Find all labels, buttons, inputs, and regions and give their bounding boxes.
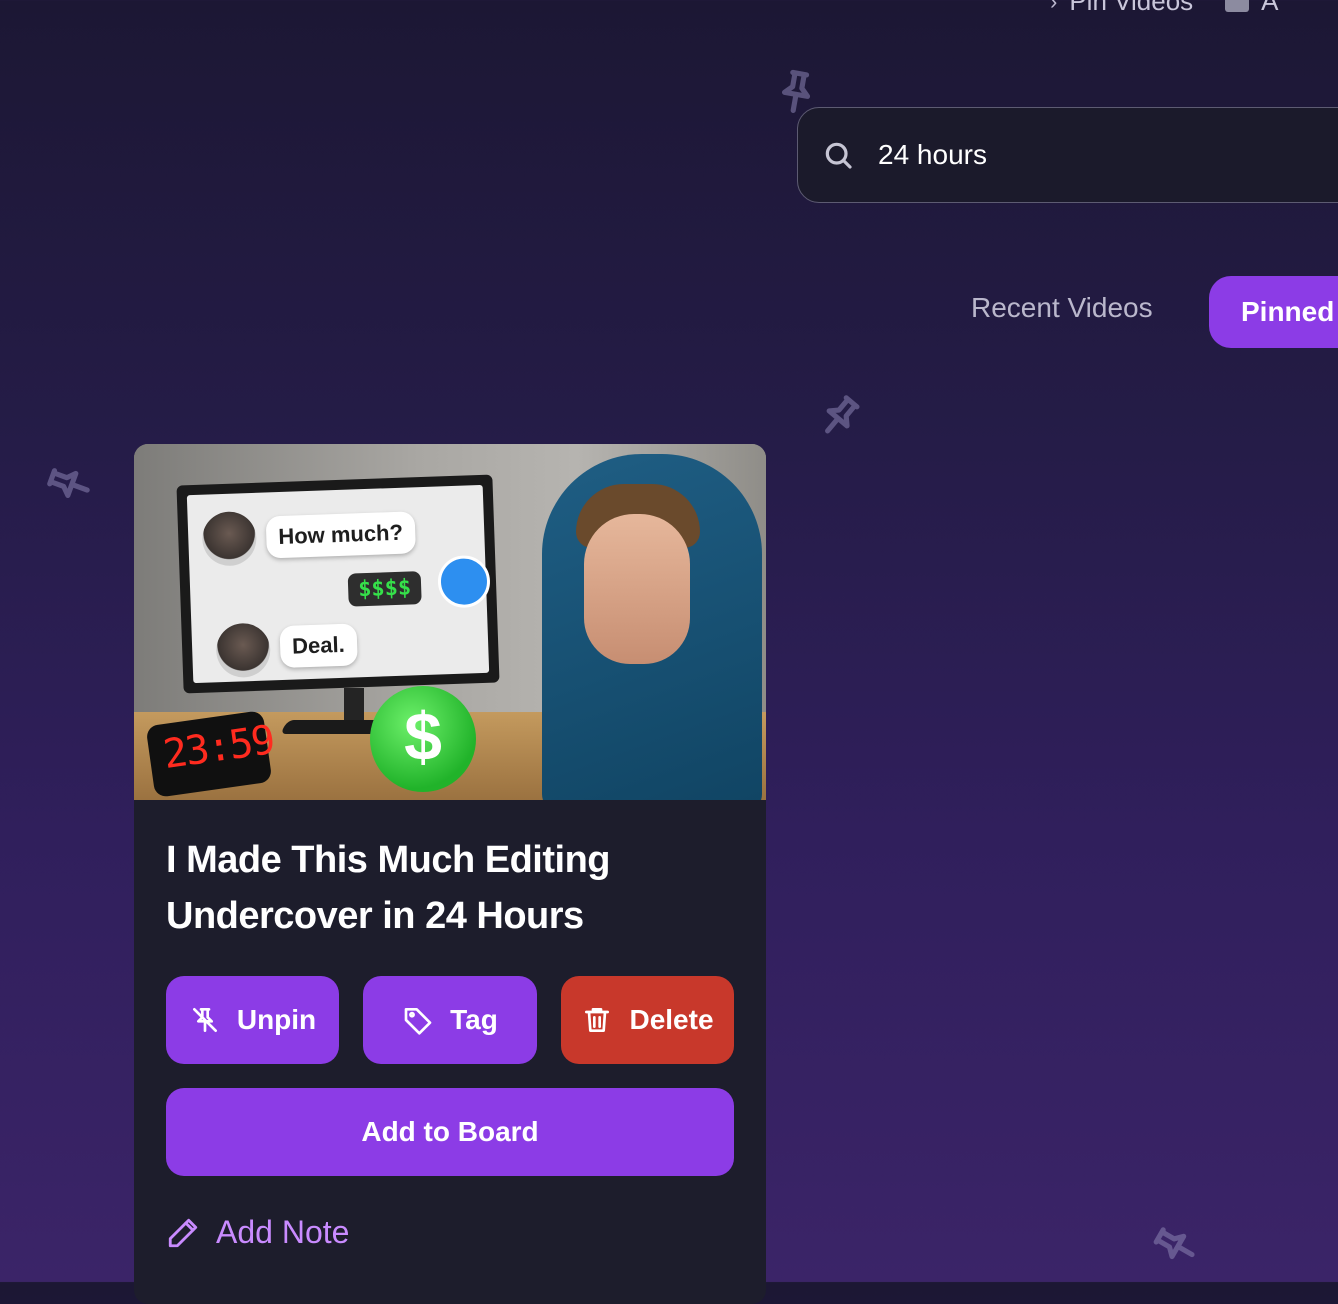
card-actions: Unpin Tag Delete bbox=[166, 976, 734, 1064]
tag-button[interactable]: Tag bbox=[363, 976, 537, 1064]
chevron-right-icon: › bbox=[1050, 0, 1058, 14]
add-note-label: Add Note bbox=[216, 1214, 350, 1250]
search-input[interactable] bbox=[876, 138, 1300, 172]
search-icon bbox=[822, 139, 854, 171]
thumbnail-bubble-2: Deal. bbox=[279, 623, 358, 669]
add-to-board-button[interactable]: Add to Board bbox=[166, 1088, 734, 1176]
trash-icon bbox=[585, 1008, 610, 1032]
coin-symbol: $ bbox=[404, 699, 442, 775]
pencil-icon bbox=[168, 1218, 198, 1247]
tab-recent-videos[interactable]: Recent Videos bbox=[971, 292, 1153, 324]
clock-time: 23:59 bbox=[160, 717, 277, 779]
pin-decoration-icon bbox=[34, 448, 110, 521]
tab-pinned[interactable]: Pinned bbox=[1209, 276, 1338, 348]
dollar-coin-icon: $ bbox=[370, 686, 476, 792]
video-card: How much? $$$$ Deal. 23:59 $ I Made This… bbox=[134, 444, 766, 1304]
search-bar[interactable] bbox=[797, 107, 1338, 203]
unpin-label: Unpin bbox=[236, 1004, 317, 1035]
add-note-link[interactable]: Add Note bbox=[166, 1214, 349, 1251]
nav-item-next[interactable]: A bbox=[1261, 0, 1278, 17]
thumbnail-price-tag: $$$$ bbox=[347, 571, 422, 607]
delete-label: Delete bbox=[629, 1004, 714, 1035]
pin-decoration-icon bbox=[797, 377, 879, 460]
thumbnail-monitor: How much? $$$$ Deal. bbox=[176, 474, 500, 694]
video-title: I Made This Much Editing Undercover in 2… bbox=[166, 839, 611, 937]
top-nav: › Pin Videos A bbox=[1050, 0, 1279, 17]
user-icon bbox=[437, 554, 491, 609]
unpin-icon bbox=[192, 1008, 217, 1032]
unpin-button[interactable]: Unpin bbox=[166, 976, 339, 1064]
tag-label: Tag bbox=[450, 1004, 498, 1035]
delete-button[interactable]: Delete bbox=[561, 976, 734, 1064]
nav-item-pin-videos[interactable]: Pin Videos bbox=[1069, 0, 1193, 17]
pin-decoration-icon bbox=[1138, 1207, 1219, 1286]
thumbnail-bubble-1: How much? bbox=[265, 511, 416, 559]
video-thumbnail[interactable]: How much? $$$$ Deal. 23:59 $ bbox=[134, 444, 766, 800]
avatar bbox=[215, 622, 272, 679]
tag-icon bbox=[404, 1008, 432, 1035]
nav-item-icon bbox=[1225, 0, 1250, 12]
avatar bbox=[201, 510, 258, 567]
thumbnail-person bbox=[526, 444, 766, 800]
